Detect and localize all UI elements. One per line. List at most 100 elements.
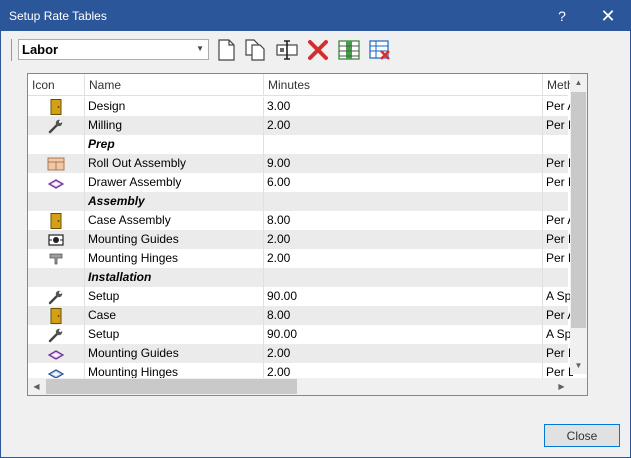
table-row[interactable]: Mounting Guides2.00Per D (28, 230, 573, 249)
name-cell[interactable]: Mounting Guides (85, 230, 264, 249)
drawer-icon (28, 173, 85, 192)
name-cell[interactable]: Setup (85, 287, 264, 306)
close-window-button[interactable]: ✕ (589, 1, 627, 31)
minutes-cell[interactable]: 9.00 (264, 154, 543, 173)
name-cell[interactable]: Milling (85, 116, 264, 135)
name-cell[interactable]: Mounting Guides (85, 344, 264, 363)
method-cell[interactable]: Per A (543, 97, 573, 116)
minutes-cell[interactable]: 90.00 (264, 325, 543, 344)
minutes-cell[interactable]: 2.00 (264, 249, 543, 268)
name-cell[interactable]: Drawer Assembly (85, 173, 264, 192)
name-cell[interactable]: Installation (85, 268, 264, 287)
category-row[interactable]: Assembly (28, 192, 568, 211)
table-row[interactable]: Case 8.00 Per A (28, 306, 573, 325)
name-cell[interactable]: Setup (85, 325, 264, 344)
minutes-cell[interactable]: 90.00 (264, 287, 543, 306)
cabinet-icon (28, 154, 85, 173)
method-cell[interactable]: Per D (543, 230, 573, 249)
method-cell[interactable]: Per A (543, 306, 573, 325)
method-cell[interactable]: Per F (543, 154, 573, 173)
table-row[interactable]: Mounting Hinges2.00Per H (28, 249, 573, 268)
icon-cell (28, 192, 85, 211)
rate-table-dropdown[interactable]: Labor ▼ (18, 39, 209, 60)
minutes-cell[interactable] (264, 192, 543, 211)
close-button[interactable]: Close (544, 424, 620, 447)
name-cell[interactable]: Case Assembly (85, 211, 264, 230)
minutes-cell[interactable]: 2.00 (264, 230, 543, 249)
column-header-icon[interactable]: Icon (28, 74, 85, 96)
method-cell[interactable]: Per F (543, 116, 573, 135)
method-cell[interactable]: A Spe (543, 287, 573, 306)
new-icon[interactable] (214, 38, 238, 62)
minutes-cell[interactable]: 2.00 (264, 344, 543, 363)
scroll-up-icon[interactable]: ▲ (570, 74, 587, 91)
column-header-minutes[interactable]: Minutes (264, 74, 543, 96)
scroll-left-icon[interactable]: ◀ (28, 378, 45, 395)
help-button[interactable]: ? (543, 1, 581, 31)
icon-cell (28, 268, 85, 287)
horizontal-scrollbar[interactable]: ◀ ▶ (28, 378, 570, 395)
scroll-right-icon[interactable]: ▶ (553, 378, 570, 395)
wrench-icon (28, 116, 85, 135)
table-row[interactable]: Mounting Guides2.00Per D (28, 344, 573, 363)
minutes-cell[interactable]: 6.00 (264, 173, 543, 192)
name-cell[interactable]: Assembly (85, 192, 264, 211)
table-row[interactable]: Setup90.00A Spe (28, 287, 573, 306)
category-row[interactable]: Prep (28, 135, 568, 154)
method-cell[interactable]: A Spe (543, 325, 573, 344)
toolbar: Labor ▼ (1, 31, 630, 65)
toolbar-grip (11, 39, 12, 61)
setup-rate-tables-window: Setup Rate Tables ? ✕ Labor ▼ Icon Name … (0, 0, 631, 458)
vertical-scrollbar[interactable]: ▲ ▼ (570, 74, 587, 374)
delete-icon[interactable] (306, 38, 330, 62)
method-cell[interactable]: Per H (543, 249, 573, 268)
rate-table-grid[interactable]: Icon Name Minutes Meth Design 3.00 Per A Mi… (27, 73, 588, 396)
category-row[interactable]: Installation (28, 268, 568, 287)
minutes-cell[interactable]: 8.00 (264, 211, 543, 230)
table-row[interactable]: Milling 2.00 Per F (28, 116, 573, 135)
table-row[interactable]: Case Assembly 8.00 Per A (28, 211, 573, 230)
table-row[interactable]: Setup90.00A Spe (28, 325, 573, 344)
wrench-icon (28, 287, 85, 306)
hinge-icon (28, 249, 85, 268)
title-bar: Setup Rate Tables ? ✕ (1, 1, 630, 31)
method-cell[interactable]: Per D (543, 344, 573, 363)
minutes-cell[interactable]: 3.00 (264, 97, 543, 116)
column-header-method[interactable]: Meth (543, 74, 573, 96)
table-row[interactable]: Drawer Assembly6.00Per D (28, 173, 573, 192)
door-icon (28, 211, 85, 230)
horizontal-scroll-thumb[interactable] (46, 379, 297, 394)
name-cell[interactable]: Roll Out Assembly (85, 154, 264, 173)
table-row[interactable]: Roll Out Assembly 9.00 Per F (28, 154, 573, 173)
delete-table-icon[interactable] (368, 38, 392, 62)
scrollbar-corner (570, 378, 587, 395)
method-cell[interactable] (543, 192, 573, 211)
wrench-icon (28, 325, 85, 344)
method-cell[interactable]: Per D (543, 173, 573, 192)
table-row[interactable]: Design 3.00 Per A (28, 97, 573, 116)
method-cell[interactable]: Per A (543, 211, 573, 230)
minutes-cell[interactable]: 2.00 (264, 116, 543, 135)
window-title: Setup Rate Tables (9, 9, 107, 23)
name-cell[interactable]: Case (85, 306, 264, 325)
method-cell[interactable] (543, 268, 573, 287)
method-cell[interactable] (543, 135, 573, 154)
scroll-down-icon[interactable]: ▼ (570, 357, 587, 374)
grid-header: Icon Name Minutes Meth (28, 74, 573, 96)
chevron-down-icon: ▼ (196, 44, 204, 53)
door-icon (28, 306, 85, 325)
name-cell[interactable]: Design (85, 97, 264, 116)
minutes-cell[interactable] (264, 135, 543, 154)
copy-icon[interactable] (243, 38, 267, 62)
icon-cell (28, 135, 85, 154)
vertical-scroll-thumb[interactable] (571, 92, 586, 328)
name-cell[interactable]: Mounting Hinges (85, 249, 264, 268)
drawer-icon (28, 344, 85, 363)
name-cell[interactable]: Prep (85, 135, 264, 154)
columns-icon[interactable] (337, 38, 361, 62)
minutes-cell[interactable] (264, 268, 543, 287)
guide-icon (28, 230, 85, 249)
rename-icon[interactable] (275, 38, 299, 62)
minutes-cell[interactable]: 8.00 (264, 306, 543, 325)
column-header-name[interactable]: Name (85, 74, 264, 96)
